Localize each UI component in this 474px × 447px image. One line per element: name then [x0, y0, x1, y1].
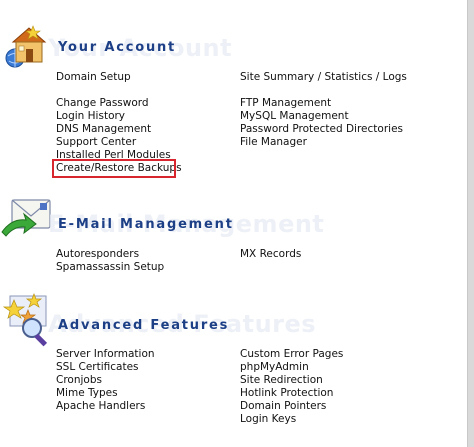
- envelope-arrow-icon: [1, 199, 51, 237]
- link-login-keys[interactable]: Login Keys: [240, 413, 296, 426]
- link-server-information[interactable]: Server Information: [56, 348, 155, 361]
- stars-magnifier-icon: [2, 293, 48, 347]
- link-hotlink-protection[interactable]: Hotlink Protection: [240, 387, 333, 400]
- link-custom-error-pages[interactable]: Custom Error Pages: [240, 348, 343, 361]
- link-autoresponders[interactable]: Autoresponders: [56, 248, 139, 261]
- link-login-history[interactable]: Login History: [56, 110, 125, 123]
- highlight-box: [52, 159, 176, 178]
- section-title: Your Account: [58, 40, 177, 55]
- link-mx-records[interactable]: MX Records: [240, 248, 301, 261]
- window-edge: [467, 0, 474, 447]
- link-ssl-certificates[interactable]: SSL Certificates: [56, 361, 139, 374]
- link-mime-types[interactable]: Mime Types: [56, 387, 118, 400]
- link-ftp-management[interactable]: FTP Management: [240, 97, 331, 110]
- section-title: E-Mail Management: [58, 217, 234, 232]
- link-apache-handlers[interactable]: Apache Handlers: [56, 400, 145, 413]
- link-site-summary[interactable]: Site Summary / Statistics / Logs: [240, 71, 407, 84]
- link-dns-management[interactable]: DNS Management: [56, 123, 151, 136]
- link-domain-setup[interactable]: Domain Setup: [56, 71, 131, 84]
- link-support-center[interactable]: Support Center: [56, 136, 136, 149]
- your-account-section: Your Account Your Account Domain Setup C…: [0, 0, 468, 180]
- house-globe-icon: [5, 25, 47, 68]
- link-cronjobs[interactable]: Cronjobs: [56, 374, 102, 387]
- link-site-redirection[interactable]: Site Redirection: [240, 374, 323, 387]
- link-file-manager[interactable]: File Manager: [240, 136, 307, 149]
- link-spamassassin-setup[interactable]: Spamassassin Setup: [56, 261, 164, 274]
- section-title: Advanced Features: [58, 318, 230, 333]
- link-change-password[interactable]: Change Password: [56, 97, 149, 110]
- link-mysql-management[interactable]: MySQL Management: [240, 110, 349, 123]
- advanced-features-section: Advanced Features Advanced Features Serv…: [0, 280, 468, 447]
- email-management-section: E-Mail Management E-Mail Management Auto…: [0, 180, 468, 280]
- link-phpmyadmin[interactable]: phpMyAdmin: [240, 361, 309, 374]
- link-domain-pointers[interactable]: Domain Pointers: [240, 400, 326, 413]
- link-password-protected-directories[interactable]: Password Protected Directories: [240, 123, 403, 136]
